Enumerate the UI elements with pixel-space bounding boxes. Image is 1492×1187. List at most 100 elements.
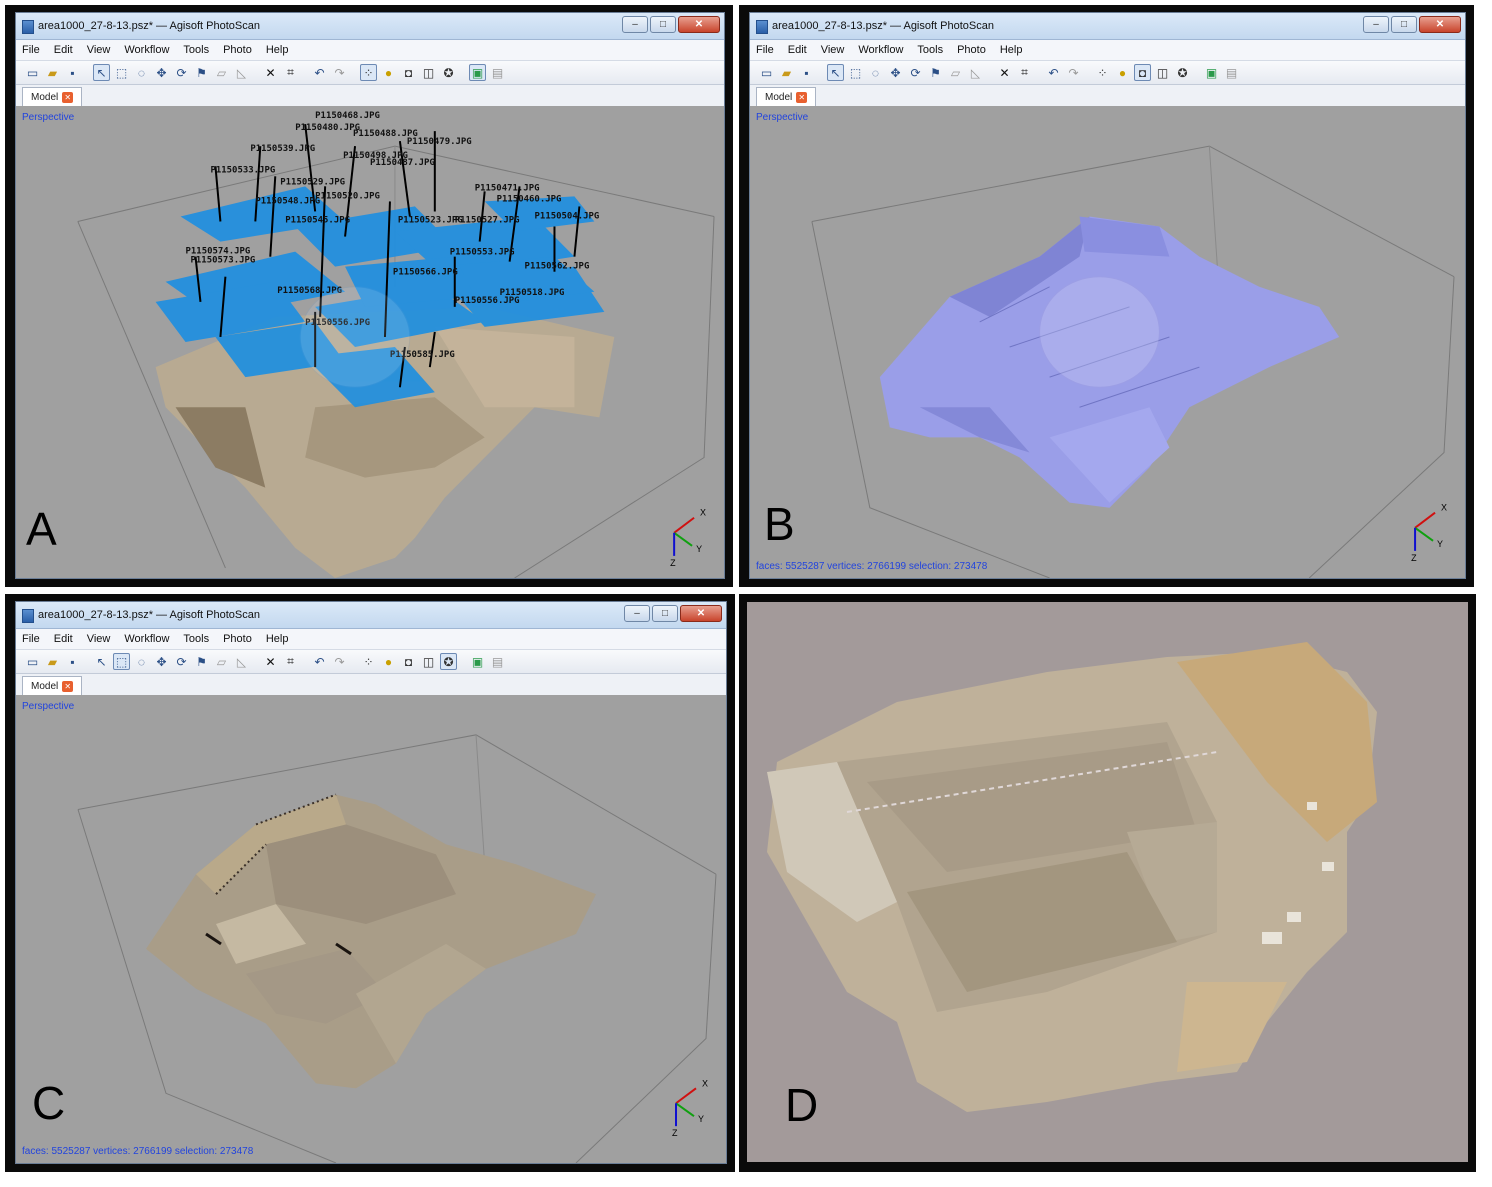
show-cameras-icon[interactable]: ▣ [469,653,486,670]
measure-icon[interactable]: ◺ [233,653,250,670]
menu-photo[interactable]: Photo [957,44,986,56]
undo-icon[interactable]: ↶ [311,653,328,670]
tab-model[interactable]: Model ✕ [756,87,817,107]
redo-icon[interactable]: ↷ [331,64,348,81]
undo-icon[interactable]: ↶ [1045,64,1062,81]
minimize-button[interactable]: – [624,605,650,622]
shaded-icon[interactable]: ● [1114,64,1131,81]
solid-icon[interactable]: ◘ [1134,64,1151,81]
measure-icon[interactable]: ◺ [967,64,984,81]
model-viewport[interactable]: X Y Z Perspective faces: 5525287 vertice… [750,106,1465,578]
solid-icon[interactable]: ◘ [400,653,417,670]
delete-icon[interactable]: ✕ [262,64,279,81]
crop-icon[interactable]: ⌗ [282,64,299,81]
show-cameras-icon[interactable]: ▣ [469,64,486,81]
move-object-icon[interactable]: ✥ [153,64,170,81]
navigation-icon[interactable]: ↖ [93,653,110,670]
marker-icon[interactable]: ⚑ [193,653,210,670]
circle-selection-icon[interactable]: ◌ [867,64,884,81]
menu-workflow[interactable]: Workflow [124,633,169,645]
rotate-object-icon[interactable]: ⟳ [907,64,924,81]
rectangle-selection-icon[interactable]: ⬚ [113,653,130,670]
crop-icon[interactable]: ⌗ [282,653,299,670]
shaded-icon[interactable]: ● [380,653,397,670]
save-icon[interactable]: ▪ [798,64,815,81]
rectangle-selection-icon[interactable]: ⬚ [847,64,864,81]
open-icon[interactable]: ▰ [44,64,61,81]
menu-tools[interactable]: Tools [183,633,209,645]
circle-selection-icon[interactable]: ◌ [133,64,150,81]
point-cloud-icon[interactable]: ⁘ [360,64,377,81]
marker-icon[interactable]: ⚑ [193,64,210,81]
measure-icon[interactable]: ◺ [233,64,250,81]
marker-icon[interactable]: ⚑ [927,64,944,81]
maximize-button[interactable]: □ [652,605,678,622]
menu-edit[interactable]: Edit [788,44,807,56]
textured-icon[interactable]: ✪ [1174,64,1191,81]
menu-tools[interactable]: Tools [183,44,209,56]
wireframe-icon[interactable]: ◫ [420,64,437,81]
tab-model[interactable]: Model ✕ [22,87,83,107]
wireframe-icon[interactable]: ◫ [420,653,437,670]
undo-icon[interactable]: ↶ [311,64,328,81]
minimize-button[interactable]: – [622,16,648,33]
model-viewport[interactable]: P1150468.JPG P1150480.JPG P1150488.JPG P… [16,106,724,578]
minimize-button[interactable]: – [1363,16,1389,33]
textured-icon[interactable]: ✪ [440,64,457,81]
save-icon[interactable]: ▪ [64,653,81,670]
show-shapes-icon[interactable]: ▤ [489,64,506,81]
region-sphere[interactable] [1039,276,1160,388]
menu-view[interactable]: View [821,44,845,56]
crop-icon[interactable]: ⌗ [1016,64,1033,81]
show-shapes-icon[interactable]: ▤ [1223,64,1240,81]
solid-icon[interactable]: ◘ [400,64,417,81]
wireframe-icon[interactable]: ◫ [1154,64,1171,81]
menu-view[interactable]: View [87,633,111,645]
ruler-icon[interactable]: ▱ [947,64,964,81]
menu-tools[interactable]: Tools [917,44,943,56]
menu-photo[interactable]: Photo [223,633,252,645]
menu-file[interactable]: File [22,633,40,645]
close-button[interactable]: ✕ [1419,16,1461,33]
rotate-object-icon[interactable]: ⟳ [173,64,190,81]
close-tab-icon[interactable]: ✕ [796,91,808,103]
tab-model[interactable]: Model ✕ [22,676,83,696]
textured-icon[interactable]: ✪ [440,653,457,670]
menu-file[interactable]: File [22,44,40,56]
rectangle-selection-icon[interactable]: ⬚ [113,64,130,81]
menu-photo[interactable]: Photo [223,44,252,56]
navigation-icon[interactable]: ↖ [93,64,110,81]
new-icon[interactable]: ▭ [24,653,41,670]
show-shapes-icon[interactable]: ▤ [489,653,506,670]
menu-help[interactable]: Help [266,44,289,56]
ruler-icon[interactable]: ▱ [213,64,230,81]
close-button[interactable]: ✕ [678,16,720,33]
move-object-icon[interactable]: ✥ [153,653,170,670]
menu-help[interactable]: Help [1000,44,1023,56]
ruler-icon[interactable]: ▱ [213,653,230,670]
region-sphere[interactable] [299,286,411,388]
new-icon[interactable]: ▭ [758,64,775,81]
move-object-icon[interactable]: ✥ [887,64,904,81]
save-icon[interactable]: ▪ [64,64,81,81]
redo-icon[interactable]: ↷ [331,653,348,670]
open-icon[interactable]: ▰ [778,64,795,81]
close-button[interactable]: ✕ [680,605,722,622]
close-tab-icon[interactable]: ✕ [62,91,74,103]
maximize-button[interactable]: □ [1391,16,1417,33]
shaded-icon[interactable]: ● [380,64,397,81]
menu-edit[interactable]: Edit [54,633,73,645]
model-viewport[interactable]: X Y Z Perspective faces: 5525287 vertice… [16,695,726,1163]
menu-workflow[interactable]: Workflow [124,44,169,56]
circle-selection-icon[interactable]: ◌ [133,653,150,670]
delete-icon[interactable]: ✕ [996,64,1013,81]
open-icon[interactable]: ▰ [44,653,61,670]
rotate-object-icon[interactable]: ⟳ [173,653,190,670]
maximize-button[interactable]: □ [650,16,676,33]
point-cloud-icon[interactable]: ⁘ [360,653,377,670]
delete-icon[interactable]: ✕ [262,653,279,670]
close-tab-icon[interactable]: ✕ [62,680,74,692]
menu-file[interactable]: File [756,44,774,56]
menu-workflow[interactable]: Workflow [858,44,903,56]
new-icon[interactable]: ▭ [24,64,41,81]
